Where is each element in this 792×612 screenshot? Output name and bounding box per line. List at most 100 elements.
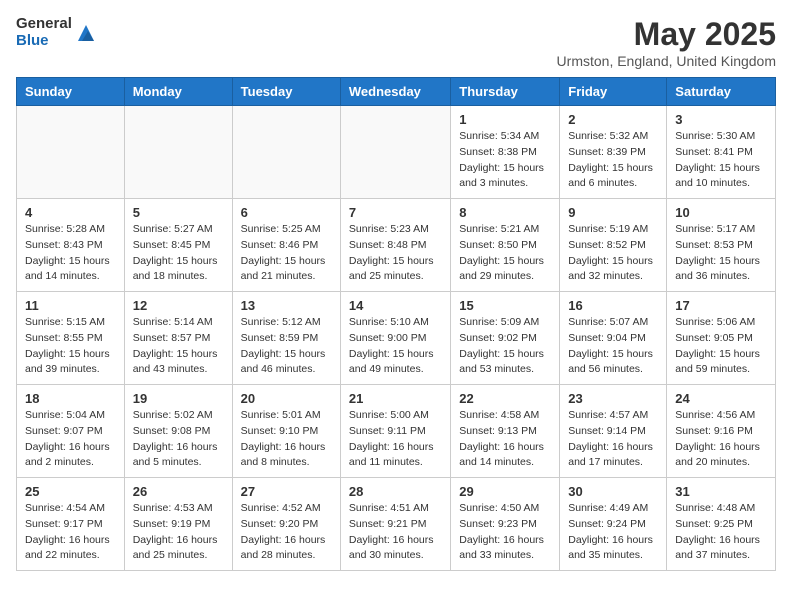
day-cell: 14 Sunrise: 5:10 AMSunset: 9:00 PMDayligh… bbox=[340, 292, 450, 385]
day-info: Sunrise: 4:54 AMSunset: 9:17 PMDaylight:… bbox=[25, 501, 116, 564]
day-info: Sunrise: 5:15 AMSunset: 8:55 PMDaylight:… bbox=[25, 315, 116, 378]
day-info: Sunrise: 5:28 AMSunset: 8:43 PMDaylight:… bbox=[25, 222, 116, 285]
day-cell: 28 Sunrise: 4:51 AMSunset: 9:21 PMDayligh… bbox=[340, 478, 450, 571]
day-cell: 4 Sunrise: 5:28 AMSunset: 8:43 PMDaylight… bbox=[17, 199, 125, 292]
day-cell: 7 Sunrise: 5:23 AMSunset: 8:48 PMDaylight… bbox=[340, 199, 450, 292]
day-info: Sunrise: 5:00 AMSunset: 9:11 PMDaylight:… bbox=[349, 408, 442, 471]
month-year-title: May 2025 bbox=[557, 16, 776, 53]
logo-blue-text: Blue bbox=[16, 33, 72, 50]
day-cell: 6Sunrise: 5:25 AMSunset: 8:46 PMDaylight… bbox=[232, 199, 340, 292]
day-info: Sunrise: 4:57 AMSunset: 9:14 PMDaylight:… bbox=[568, 408, 658, 471]
day-number: 8 bbox=[459, 205, 551, 220]
weekday-header-row: SundayMondayTuesdayWednesdayThursdayFrid… bbox=[17, 78, 776, 106]
day-info: Sunrise: 5:02 AMSunset: 9:08 PMDaylight:… bbox=[133, 408, 224, 471]
day-number: 31 bbox=[675, 484, 767, 499]
day-number: 9 bbox=[568, 205, 658, 220]
day-info: Sunrise: 5:23 AMSunset: 8:48 PMDaylight:… bbox=[349, 222, 442, 285]
day-info: Sunrise: 4:48 AMSunset: 9:25 PMDaylight:… bbox=[675, 501, 767, 564]
day-info: Sunrise: 5:17 AMSunset: 8:53 PMDaylight:… bbox=[675, 222, 767, 285]
day-info: Sunrise: 5:34 AMSunset: 8:38 PMDaylight:… bbox=[459, 129, 551, 192]
day-info: Sunrise: 5:09 AMSunset: 9:02 PMDaylight:… bbox=[459, 315, 551, 378]
day-cell: 13 Sunrise: 5:12 AMSunset: 8:59 PMDayligh… bbox=[232, 292, 340, 385]
day-info: Sunrise: 5:07 AMSunset: 9:04 PMDaylight:… bbox=[568, 315, 658, 378]
weekday-header-monday: Monday bbox=[124, 78, 232, 106]
day-number: 11 bbox=[25, 298, 116, 313]
day-info: Sunrise: 5:06 AMSunset: 9:05 PMDaylight:… bbox=[675, 315, 767, 378]
day-info: Sunrise: 4:49 AMSunset: 9:24 PMDaylight:… bbox=[568, 501, 658, 564]
day-info: Sunrise: 4:52 AMSunset: 9:20 PMDaylight:… bbox=[241, 501, 332, 564]
day-info: Sunrise: 5:01 AMSunset: 9:10 PMDaylight:… bbox=[241, 408, 332, 471]
day-info: Sunrise: 4:50 AMSunset: 9:23 PMDaylight:… bbox=[459, 501, 551, 564]
day-number: 28 bbox=[349, 484, 442, 499]
day-info: Sunrise: 5:30 AMSunset: 8:41 PMDaylight:… bbox=[675, 129, 767, 192]
week-row-2: 4 Sunrise: 5:28 AMSunset: 8:43 PMDaylight… bbox=[17, 199, 776, 292]
day-info: Sunrise: 5:10 AMSunset: 9:00 PMDaylight:… bbox=[349, 315, 442, 378]
day-cell: 9 Sunrise: 5:19 AMSunset: 8:52 PMDaylight… bbox=[560, 199, 667, 292]
day-cell: 8 Sunrise: 5:21 AMSunset: 8:50 PMDaylight… bbox=[451, 199, 560, 292]
day-cell bbox=[124, 106, 232, 199]
day-info: Sunrise: 5:19 AMSunset: 8:52 PMDaylight:… bbox=[568, 222, 658, 285]
weekday-header-wednesday: Wednesday bbox=[340, 78, 450, 106]
day-number: 21 bbox=[349, 391, 442, 406]
day-number: 26 bbox=[133, 484, 224, 499]
location-subtitle: Urmston, England, United Kingdom bbox=[557, 53, 776, 69]
day-cell: 18 Sunrise: 5:04 AMSunset: 9:07 PMDayligh… bbox=[17, 385, 125, 478]
week-row-3: 11 Sunrise: 5:15 AMSunset: 8:55 PMDayligh… bbox=[17, 292, 776, 385]
day-cell: 26 Sunrise: 4:53 AMSunset: 9:19 PMDayligh… bbox=[124, 478, 232, 571]
day-number: 16 bbox=[568, 298, 658, 313]
day-number: 23 bbox=[568, 391, 658, 406]
day-cell: 3 Sunrise: 5:30 AMSunset: 8:41 PMDaylight… bbox=[667, 106, 776, 199]
day-cell: 25 Sunrise: 4:54 AMSunset: 9:17 PMDayligh… bbox=[17, 478, 125, 571]
day-number: 20 bbox=[241, 391, 332, 406]
day-info: Sunrise: 5:25 AMSunset: 8:46 PMDaylight:… bbox=[241, 222, 332, 285]
day-info: Sunrise: 4:51 AMSunset: 9:21 PMDaylight:… bbox=[349, 501, 442, 564]
day-number: 2 bbox=[568, 112, 658, 127]
day-cell: 21 Sunrise: 5:00 AMSunset: 9:11 PMDayligh… bbox=[340, 385, 450, 478]
day-cell: 29 Sunrise: 4:50 AMSunset: 9:23 PMDayligh… bbox=[451, 478, 560, 571]
weekday-header-friday: Friday bbox=[560, 78, 667, 106]
day-cell bbox=[232, 106, 340, 199]
day-cell bbox=[17, 106, 125, 199]
day-number: 13 bbox=[241, 298, 332, 313]
day-number: 5 bbox=[133, 205, 224, 220]
day-number: 10 bbox=[675, 205, 767, 220]
day-number: 18 bbox=[25, 391, 116, 406]
week-row-1: 1 Sunrise: 5:34 AMSunset: 8:38 PMDaylight… bbox=[17, 106, 776, 199]
week-row-5: 25 Sunrise: 4:54 AMSunset: 9:17 PMDayligh… bbox=[17, 478, 776, 571]
day-cell: 16 Sunrise: 5:07 AMSunset: 9:04 PMDayligh… bbox=[560, 292, 667, 385]
day-info: Sunrise: 5:12 AMSunset: 8:59 PMDaylight:… bbox=[241, 315, 332, 378]
day-number: 19 bbox=[133, 391, 224, 406]
day-number: 25 bbox=[25, 484, 116, 499]
day-cell: 23 Sunrise: 4:57 AMSunset: 9:14 PMDayligh… bbox=[560, 385, 667, 478]
day-number: 12 bbox=[133, 298, 224, 313]
day-cell: 2 Sunrise: 5:32 AMSunset: 8:39 PMDaylight… bbox=[560, 106, 667, 199]
day-number: 29 bbox=[459, 484, 551, 499]
day-cell: 12 Sunrise: 5:14 AMSunset: 8:57 PMDayligh… bbox=[124, 292, 232, 385]
day-number: 1 bbox=[459, 112, 551, 127]
logo-icon bbox=[76, 23, 96, 43]
day-cell: 31 Sunrise: 4:48 AMSunset: 9:25 PMDayligh… bbox=[667, 478, 776, 571]
day-number: 14 bbox=[349, 298, 442, 313]
day-number: 15 bbox=[459, 298, 551, 313]
day-number: 4 bbox=[25, 205, 116, 220]
day-number: 3 bbox=[675, 112, 767, 127]
day-info: Sunrise: 4:56 AMSunset: 9:16 PMDaylight:… bbox=[675, 408, 767, 471]
day-number: 22 bbox=[459, 391, 551, 406]
weekday-header-tuesday: Tuesday bbox=[232, 78, 340, 106]
day-cell: 17 Sunrise: 5:06 AMSunset: 9:05 PMDayligh… bbox=[667, 292, 776, 385]
day-cell: 5Sunrise: 5:27 AMSunset: 8:45 PMDaylight… bbox=[124, 199, 232, 292]
weekday-header-thursday: Thursday bbox=[451, 78, 560, 106]
day-cell: 24Sunrise: 4:56 AMSunset: 9:16 PMDayligh… bbox=[667, 385, 776, 478]
day-info: Sunrise: 5:21 AMSunset: 8:50 PMDaylight:… bbox=[459, 222, 551, 285]
day-info: Sunrise: 5:04 AMSunset: 9:07 PMDaylight:… bbox=[25, 408, 116, 471]
day-info: Sunrise: 4:53 AMSunset: 9:19 PMDaylight:… bbox=[133, 501, 224, 564]
logo-general-text: General bbox=[16, 16, 72, 33]
day-info: Sunrise: 5:14 AMSunset: 8:57 PMDaylight:… bbox=[133, 315, 224, 378]
day-cell: 19 Sunrise: 5:02 AMSunset: 9:08 PMDayligh… bbox=[124, 385, 232, 478]
day-number: 17 bbox=[675, 298, 767, 313]
day-info: Sunrise: 5:32 AMSunset: 8:39 PMDaylight:… bbox=[568, 129, 658, 192]
weekday-header-saturday: Saturday bbox=[667, 78, 776, 106]
calendar-table: SundayMondayTuesdayWednesdayThursdayFrid… bbox=[16, 77, 776, 571]
day-cell: 27Sunrise: 4:52 AMSunset: 9:20 PMDayligh… bbox=[232, 478, 340, 571]
day-number: 7 bbox=[349, 205, 442, 220]
